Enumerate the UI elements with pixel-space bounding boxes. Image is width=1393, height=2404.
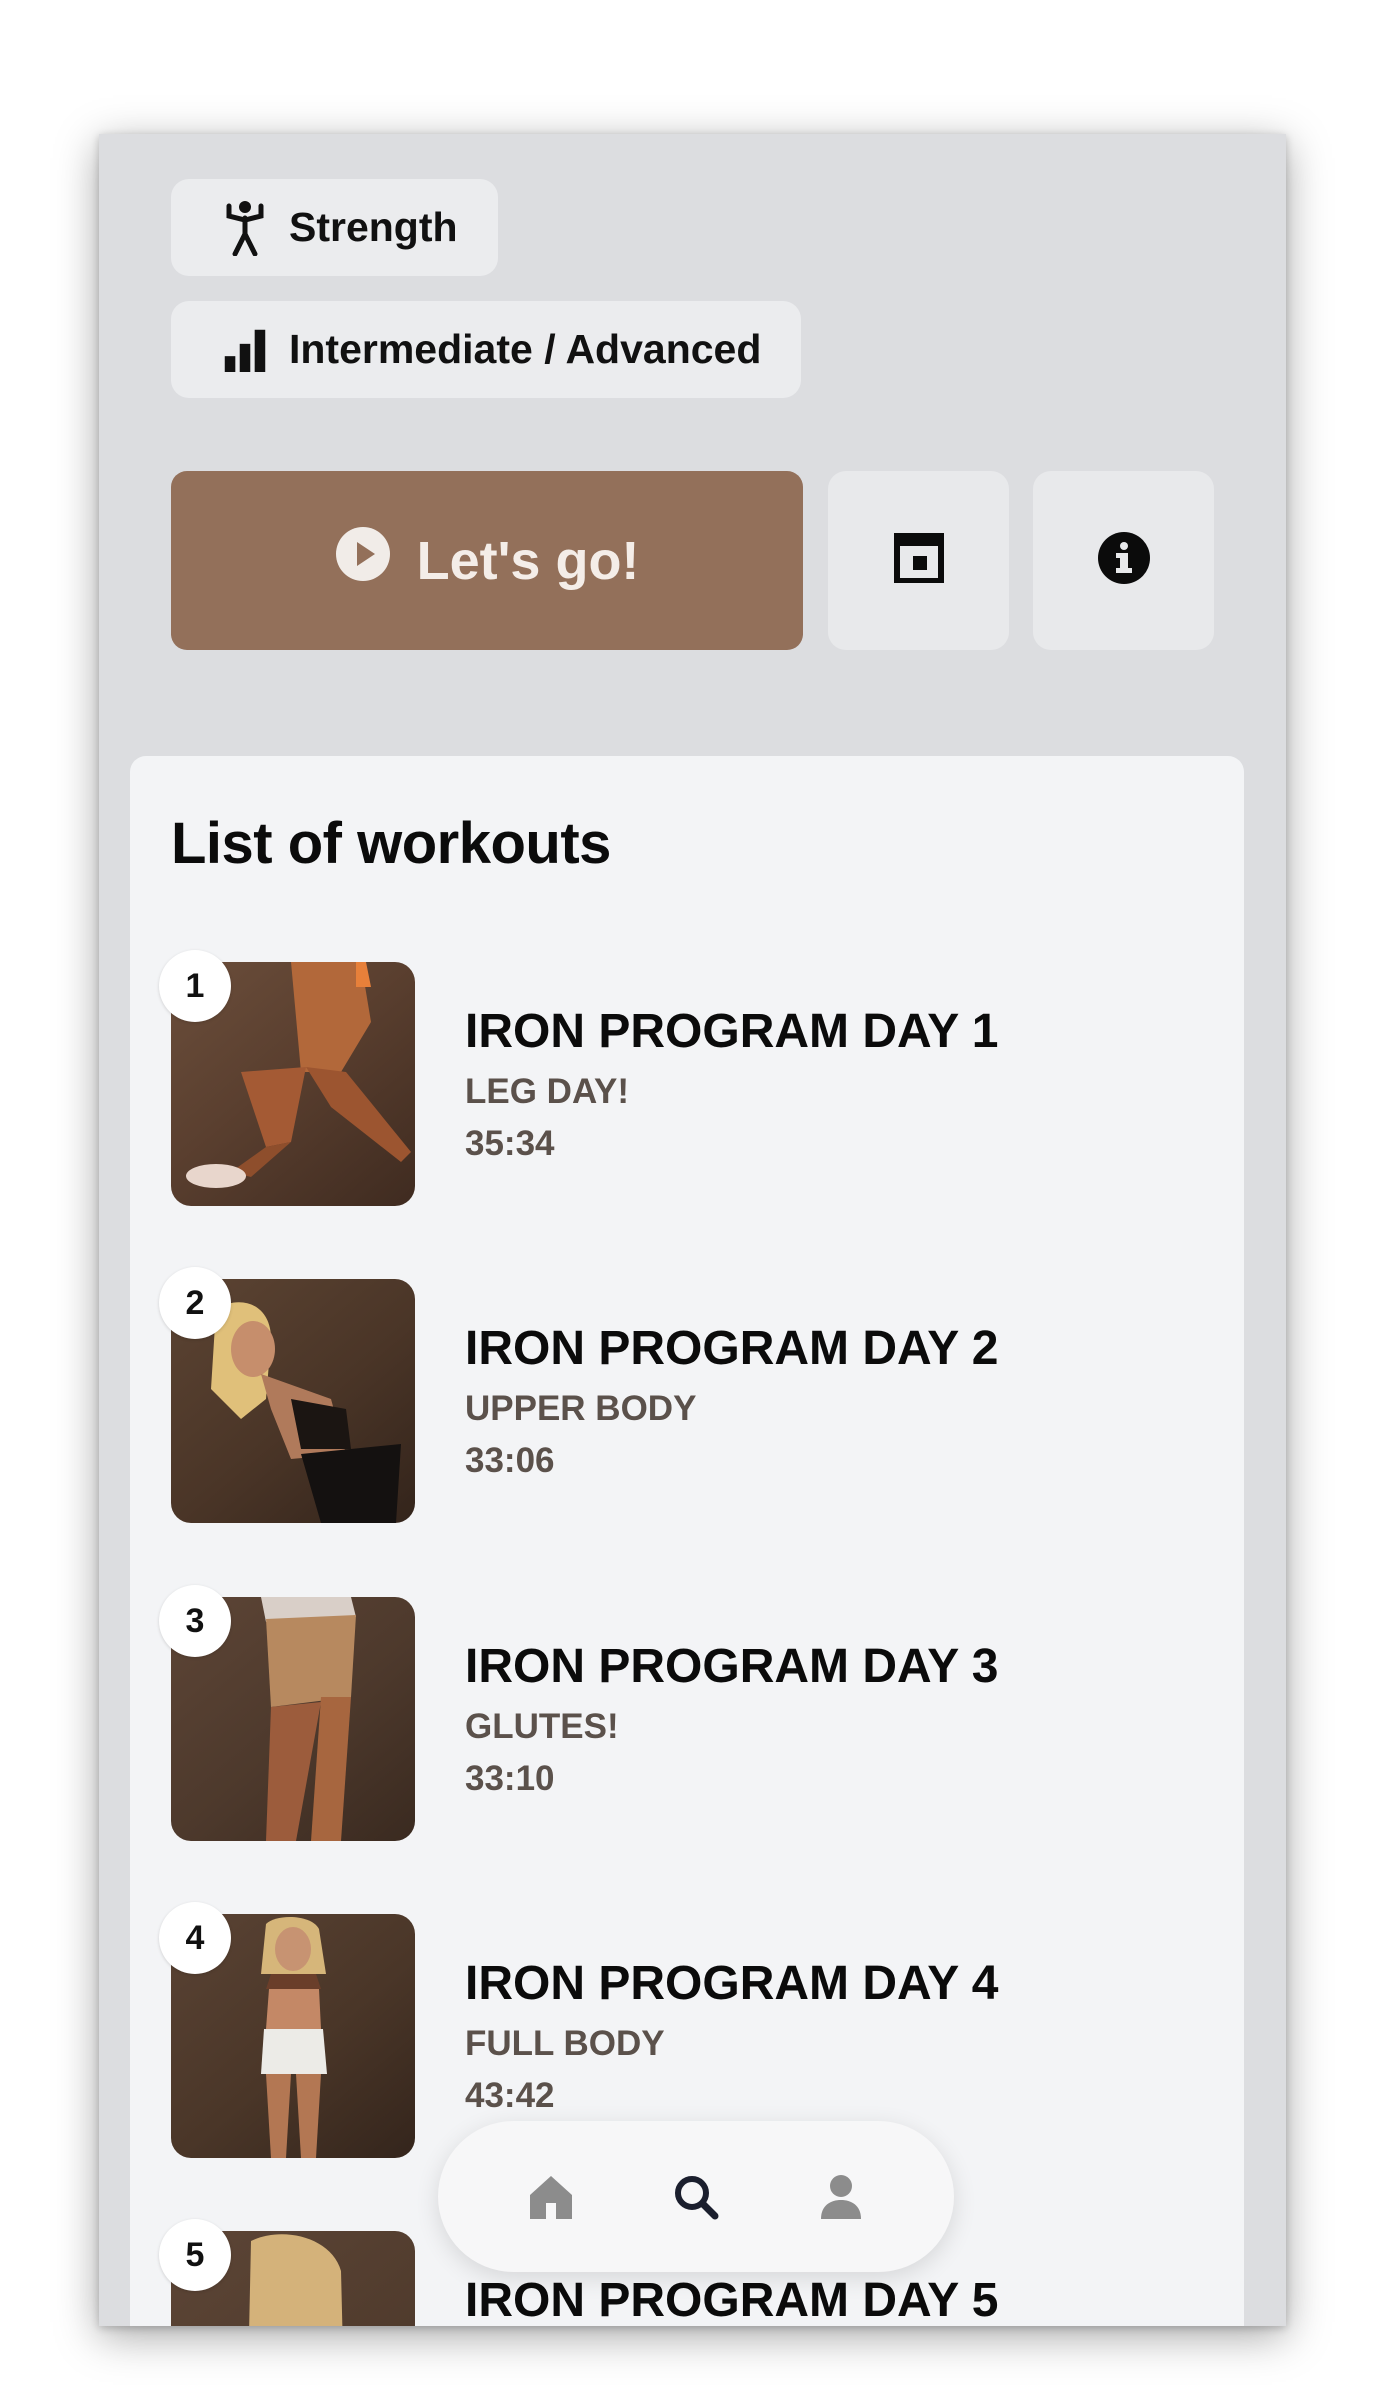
workout-duration: 35:34 <box>465 1124 555 1163</box>
lets-go-button[interactable]: Let's go! <box>171 471 803 650</box>
play-circle-icon <box>335 526 391 595</box>
workout-title: IRON PROGRAM DAY 3 <box>465 1640 999 1693</box>
calendar-button[interactable] <box>828 471 1009 650</box>
workout-row[interactable]: 3 IRON PROGRAM DAY 3 GLUTES! 33:10 <box>159 1585 1211 1841</box>
tag-label: Strength <box>289 204 458 250</box>
info-icon <box>1097 531 1151 590</box>
workout-duration: 33:10 <box>465 1759 555 1798</box>
phone-screen: Strength Intermediate / Advanced Let's g… <box>99 134 1286 2326</box>
workout-subtitle: UPPER BODY <box>465 1389 697 1428</box>
workouts-panel: List of workouts 1 IRON PROGRAM DAY 1 LE… <box>130 756 1244 2326</box>
workout-number-badge: 4 <box>159 1902 231 1974</box>
workout-row[interactable]: 2 IRON PROGRAM DAY 2 UPPER BODY 33:06 <box>159 1267 1211 1523</box>
workout-title: IRON PROGRAM DAY 5 <box>465 2274 999 2326</box>
workout-duration: 43:42 <box>465 2076 555 2115</box>
workout-subtitle: LEG DAY! <box>465 1072 630 1111</box>
workout-title: IRON PROGRAM DAY 4 <box>465 1957 999 2010</box>
workout-row[interactable]: 1 IRON PROGRAM DAY 1 LEG DAY! 35:34 <box>159 950 1211 1206</box>
info-button[interactable] <box>1033 471 1214 650</box>
search-icon[interactable] <box>666 2167 726 2227</box>
tag-label: Intermediate / Advanced <box>289 326 762 372</box>
level-bars-icon <box>223 322 267 378</box>
workout-duration: 33:06 <box>465 1441 555 1480</box>
panel-title: List of workouts <box>171 811 611 876</box>
workout-subtitle: GLUTES! <box>465 1707 619 1746</box>
workout-title: IRON PROGRAM DAY 2 <box>465 1322 999 1375</box>
workout-number-badge: 3 <box>159 1585 231 1657</box>
home-icon[interactable] <box>521 2167 581 2227</box>
workout-subtitle: FULL BODY <box>465 2024 665 2063</box>
workout-number-badge: 5 <box>159 2219 231 2291</box>
tag-level: Intermediate / Advanced <box>171 301 802 398</box>
calendar-icon <box>891 530 947 591</box>
workout-number-badge: 2 <box>159 1267 231 1339</box>
lets-go-label: Let's go! <box>416 530 640 591</box>
workout-title: IRON PROGRAM DAY 1 <box>465 1005 999 1058</box>
tag-strength: Strength <box>171 179 498 276</box>
workout-number-badge: 1 <box>159 950 231 1022</box>
bottom-nav <box>438 2121 954 2272</box>
strength-figure-icon <box>223 200 267 256</box>
profile-icon[interactable] <box>811 2167 871 2227</box>
